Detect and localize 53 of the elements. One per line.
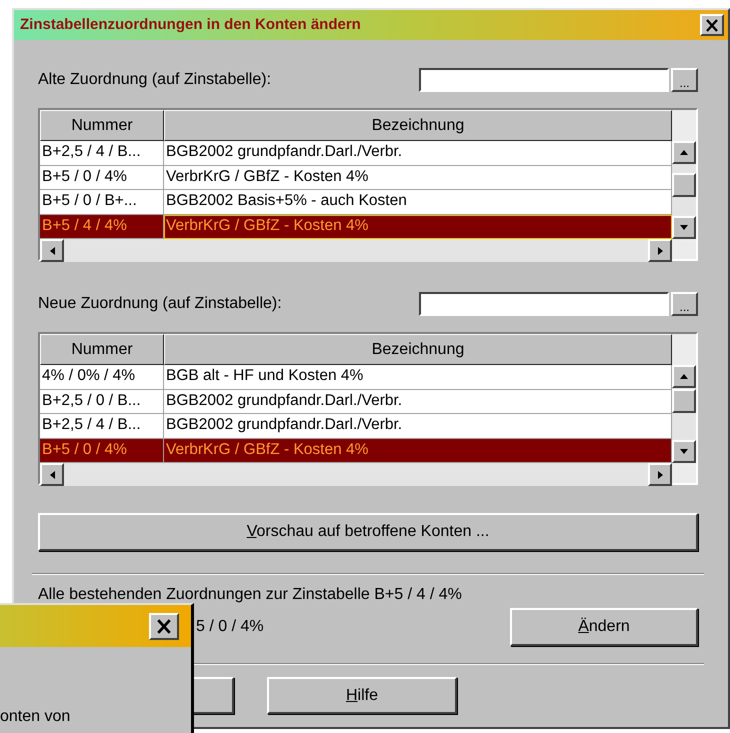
column-header[interactable]: Nummer: [40, 334, 164, 365]
scroll-thumb[interactable]: [672, 173, 696, 197]
scroll-right-button[interactable]: [648, 239, 672, 262]
scroll-down-button[interactable]: [672, 440, 696, 463]
scroll-right-button[interactable]: [648, 463, 672, 486]
close-icon: [156, 618, 172, 634]
vertical-scrollbar[interactable]: [672, 141, 696, 239]
table-row[interactable]: B+2,5 / 4 / B... BGB2002 grundpfandr.Darl./Verbr.: [40, 141, 672, 166]
horizontal-scrollbar[interactable]: [40, 463, 672, 486]
arrow-up-icon: [679, 373, 689, 380]
column-header[interactable]: Bezeichnung: [164, 334, 672, 365]
column-header[interactable]: Nummer: [40, 110, 164, 141]
vertical-scrollbar[interactable]: [672, 365, 696, 463]
table-cell: BGB2002 Basis+5% - auch Kosten: [164, 190, 672, 214]
input-field[interactable]: [419, 68, 669, 92]
arrow-down-icon: [679, 448, 689, 455]
table-row[interactable]: B+5 / 0 / 4% VerbrKrG / GBfZ - Kosten 4%: [40, 166, 672, 190]
change-button[interactable]: Ändern: [510, 608, 698, 646]
arrow-right-icon: [656, 470, 664, 480]
arrow-up-icon: [679, 149, 689, 156]
horizontal-scrollbar[interactable]: [40, 239, 672, 262]
scroll-left-button[interactable]: [40, 239, 64, 262]
scroll-down-button[interactable]: [672, 216, 696, 239]
close-button[interactable]: [149, 612, 179, 640]
field-label: Neue Zuordnung (auf Zinstabelle):: [38, 294, 282, 314]
close-icon: [705, 18, 719, 32]
table-row[interactable]: B+2,5 / 4 / B... BGB2002 grundpfandr.Darl./Verbr.: [40, 414, 672, 438]
table-row[interactable]: B+5 / 0 / 4% VerbrKrG / GBfZ - Kosten 4%: [40, 438, 672, 463]
arrow-right-icon: [656, 246, 664, 256]
column-header[interactable]: Bezeichnung: [164, 110, 672, 141]
help-button[interactable]: Hilfe: [267, 677, 457, 714]
input-field[interactable]: [419, 292, 669, 316]
scroll-thumb[interactable]: [672, 389, 696, 413]
window-title: Zinstabellenzuordnungen in den Konten ändern: [20, 14, 361, 35]
arrow-down-icon: [679, 224, 689, 231]
scroll-up-button[interactable]: [672, 141, 696, 164]
summary-text: Alle bestehenden Zuordnungen zur Zinstabelle B+5 / 4 / 4%: [38, 586, 462, 603]
table-row[interactable]: 4% / 0% / 4% BGB alt - HF und Kosten 4%: [40, 365, 672, 390]
scroll-up-button[interactable]: [672, 365, 696, 388]
arrow-left-icon: [48, 246, 56, 256]
table-row[interactable]: B+2,5 / 0 / B... BGB2002 grundpfandr.Darl./Verbr.: [40, 390, 672, 414]
preview-button[interactable]: Vorschau auf betroffene Konten ...: [38, 513, 698, 551]
summary-text: 5 / 0 / 4%: [196, 617, 264, 637]
arrow-left-icon: [48, 470, 56, 480]
field-label: Alte Zuordnung (auf Zinstabelle):: [38, 70, 272, 90]
table-cell: VerbrKrG / GBfZ - Kosten 4%: [164, 214, 672, 239]
scroll-left-button[interactable]: [40, 463, 64, 486]
close-button[interactable]: [700, 14, 724, 36]
table-row[interactable]: B+5 / 0 / B+... BGB2002 Basis+5% - auch Kosten: [40, 190, 672, 214]
browse-button[interactable]: ...: [671, 68, 698, 92]
browse-button[interactable]: ...: [671, 292, 698, 316]
table-row[interactable]: B+5 / 4 / 4% VerbrKrG / GBfZ - Kosten 4%: [40, 214, 672, 239]
dialog-text: onten von: [0, 708, 70, 725]
